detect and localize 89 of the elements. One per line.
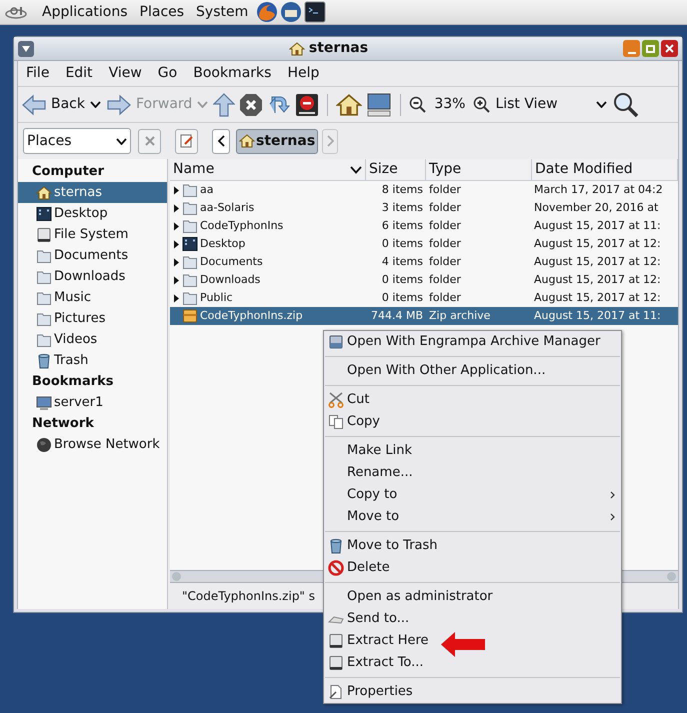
file-row[interactable]: Documents 4 items folder August 15, 2017 at 12: bbox=[170, 253, 678, 271]
sidebar-item[interactable]: sternas bbox=[18, 182, 167, 203]
file-size: 8 items bbox=[382, 182, 423, 196]
sidebar-item[interactable]: Videos bbox=[18, 329, 167, 350]
file-name: Downloads bbox=[200, 272, 260, 288]
file-type: Zip archive bbox=[429, 308, 490, 322]
sidebar-item[interactable]: Browse Network bbox=[18, 434, 167, 455]
menu-item[interactable]: View bbox=[108, 63, 142, 84]
file-date: March 17, 2017 at 04:2 bbox=[534, 182, 663, 196]
file-row[interactable]: CodeTyphonIns.zip 744.4 MB Zip archive August 15, 2017 at 11: bbox=[170, 307, 678, 325]
file-date: August 15, 2017 at 12: bbox=[534, 254, 661, 268]
panel-menu[interactable]: Places bbox=[140, 2, 184, 22]
file-name: Public bbox=[200, 290, 233, 306]
file-row[interactable]: Downloads 0 items folder August 15, 2017 at 12: bbox=[170, 271, 678, 289]
file-type: folder bbox=[429, 272, 461, 286]
menu-item[interactable]: Bookmarks bbox=[193, 63, 272, 84]
file-name: aa bbox=[200, 182, 214, 198]
menu-entry[interactable]: Cut bbox=[324, 389, 621, 411]
menu-entry[interactable]: Extract Here bbox=[324, 630, 621, 652]
file-size: 6 items bbox=[382, 218, 423, 232]
file-type: folder bbox=[429, 290, 461, 304]
file-date: November 20, 2016 at bbox=[534, 200, 658, 214]
menu-entry[interactable]: Move to bbox=[324, 506, 621, 528]
file-type: folder bbox=[429, 218, 461, 232]
file-row[interactable]: aa-Solaris 3 items folder November 20, 2016 at bbox=[170, 199, 678, 217]
menu-entry[interactable]: Open With Engrampa Archive Manager bbox=[324, 331, 621, 353]
sidebar-item[interactable]: Trash bbox=[18, 350, 167, 371]
menu-entry[interactable]: Make Link bbox=[324, 440, 621, 462]
sidebar-heading: Computer bbox=[31, 163, 106, 181]
file-size: 0 items bbox=[382, 272, 423, 286]
back-button[interactable]: Back bbox=[21, 94, 102, 116]
zoom-level: 33% bbox=[434, 95, 466, 114]
file-size: 0 items bbox=[382, 290, 423, 304]
file-name: CodeTyphonIns bbox=[200, 218, 284, 234]
file-type: folder bbox=[429, 236, 461, 250]
sidebar-item[interactable]: Pictures bbox=[18, 308, 167, 329]
sidebar-item[interactable]: Music bbox=[18, 287, 167, 308]
file-date: August 15, 2017 at 11: bbox=[534, 218, 661, 232]
panel-menu[interactable]: Applications bbox=[42, 2, 128, 22]
sidebar-item[interactable]: Downloads bbox=[18, 266, 167, 287]
column-header[interactable]: Name bbox=[170, 159, 366, 180]
file-size: 4 items bbox=[382, 254, 423, 268]
file-type: folder bbox=[429, 254, 461, 268]
file-size: 0 items bbox=[382, 236, 423, 250]
menu-item[interactable]: Edit bbox=[65, 63, 93, 84]
file-date: August 15, 2017 at 12: bbox=[534, 290, 661, 304]
view-selector[interactable]: List View bbox=[495, 94, 608, 115]
file-row[interactable]: aa 8 items folder March 17, 2017 at 04:2 bbox=[170, 181, 678, 199]
file-date: August 15, 2017 at 12: bbox=[534, 272, 661, 286]
file-type: folder bbox=[429, 200, 461, 214]
file-size: 744.4 MB bbox=[370, 308, 423, 322]
menu-entry[interactable]: Rename... bbox=[324, 462, 621, 484]
file-size: 3 items bbox=[382, 200, 423, 214]
sidebar-item[interactable]: Documents bbox=[18, 245, 167, 266]
file-name: aa-Solaris bbox=[200, 200, 254, 216]
file-row[interactable]: Public 0 items folder August 15, 2017 at 12: bbox=[170, 289, 678, 307]
menu-entry[interactable]: Properties bbox=[324, 681, 621, 703]
menu-entry[interactable]: Move to Trash bbox=[324, 535, 621, 557]
file-name: Documents bbox=[200, 254, 263, 270]
path-button[interactable]: sternas bbox=[236, 128, 318, 154]
file-name: CodeTyphonIns.zip bbox=[200, 308, 303, 324]
status-text: "CodeTyphonIns.zip" s bbox=[182, 588, 316, 605]
file-date: August 15, 2017 at 11: bbox=[534, 308, 661, 322]
panel-menu[interactable]: System bbox=[196, 2, 248, 22]
file-type: folder bbox=[429, 182, 461, 196]
sidebar-item[interactable]: File System bbox=[18, 224, 167, 245]
menu-item[interactable]: File bbox=[26, 63, 50, 84]
menu-entry[interactable]: Open as administrator bbox=[324, 586, 621, 608]
menu-entry[interactable]: Open With Other Application... bbox=[324, 360, 621, 382]
column-header[interactable]: Date Modified bbox=[532, 159, 678, 180]
menu-entry[interactable]: Delete bbox=[324, 557, 621, 579]
window-title: sternas bbox=[308, 39, 368, 58]
sidebar-item[interactable]: server1 bbox=[18, 392, 167, 413]
menu-entry[interactable]: Copy to bbox=[324, 484, 621, 506]
sidebar-item[interactable]: Desktop bbox=[18, 203, 167, 224]
sidebar-heading: Network bbox=[31, 415, 95, 433]
file-row[interactable]: CodeTyphonIns 6 items folder August 15, 2017 at 11: bbox=[170, 217, 678, 235]
file-row[interactable]: Desktop 0 items folder August 15, 2017 at 12: bbox=[170, 235, 678, 253]
file-date: August 15, 2017 at 12: bbox=[534, 236, 661, 250]
menu-entry[interactable]: Extract To... bbox=[324, 652, 621, 674]
menu-item[interactable]: Go bbox=[158, 63, 178, 84]
menu-entry[interactable]: Send to... bbox=[324, 608, 621, 630]
file-name: Desktop bbox=[200, 236, 246, 252]
column-header[interactable]: Type bbox=[426, 159, 532, 180]
menu-entry[interactable]: Copy bbox=[324, 411, 621, 433]
column-header[interactable]: Size bbox=[366, 159, 426, 180]
places-dropdown[interactable]: Places bbox=[23, 128, 131, 154]
menu-item[interactable]: Help bbox=[287, 63, 320, 84]
sidebar-heading: Bookmarks bbox=[31, 373, 115, 391]
